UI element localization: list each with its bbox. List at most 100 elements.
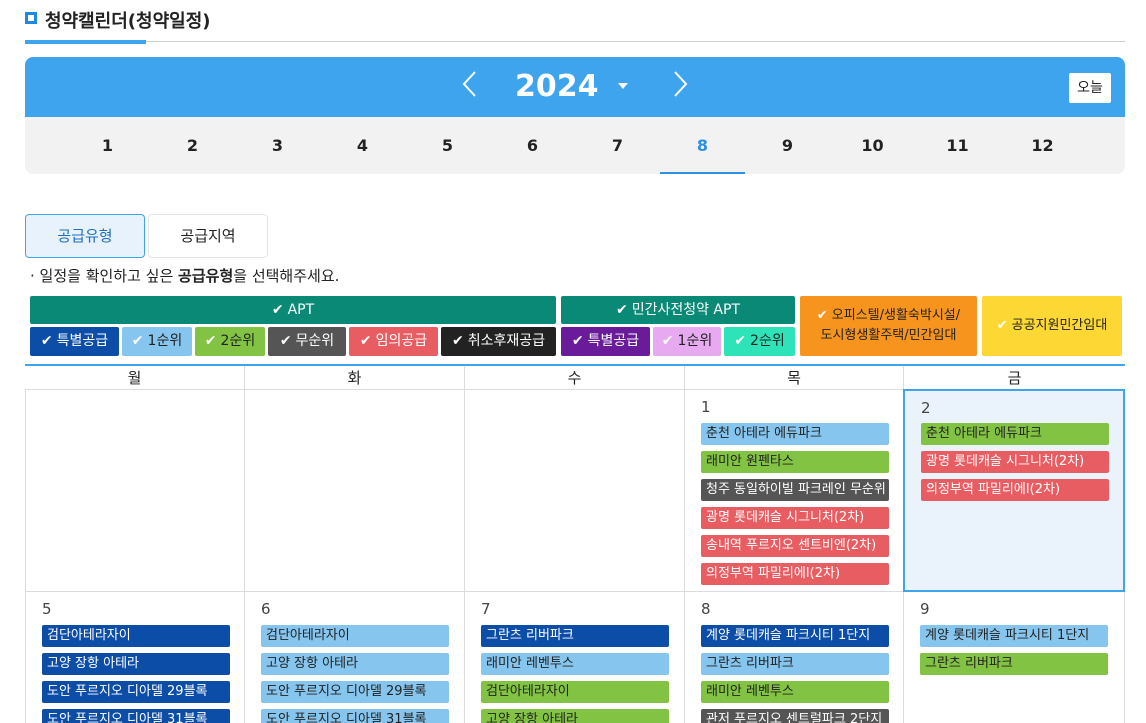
month-tabs: 1 2 3 4 5 6 7 8 9 10 11 12 [25,117,1125,174]
event-item[interactable]: 래미안 레벤투스 [481,653,669,675]
legend-officetel[interactable]: ✔ 오피스텔/생활숙박시설/도시형생활주택/민간임대 [800,296,977,356]
event-item[interactable]: 청주 동일하이빌 파크레인 무순위 [701,479,889,501]
legend-apt-no-rank[interactable]: ✔ 무순위 [268,327,346,356]
calendar-day-empty [245,390,465,592]
event-item[interactable]: 춘천 아테라 에듀파크 [701,423,889,445]
month-tab[interactable]: 1 [65,117,150,174]
check-icon: ✔ [131,333,144,349]
legend-apt-special[interactable]: ✔ 특별공급 [30,327,119,356]
weekday-header: 수 [465,366,685,390]
event-item[interactable]: 광명 롯데캐슬 시그니처(2차) [701,507,889,529]
page-title: 청약캘린더(청약일정) [45,11,211,32]
event-item[interactable]: 고양 장항 아테라 [261,653,449,675]
legend-private-header[interactable]: ✔ 민간사전청약 APT [561,296,795,324]
event-item[interactable]: 그란츠 리버파크 [481,625,669,647]
calendar-day[interactable]: 7 그란츠 리버파크 래미안 레벤투스 검단아테라자이 고양 장항 아테라 [465,592,685,723]
weekday-header: 금 [904,366,1125,390]
event-item[interactable]: 고양 장항 아테라 [481,709,669,723]
prev-year-chevron-icon[interactable] [459,69,483,99]
legend-private-special[interactable]: ✔ 특별공급 [561,327,650,356]
event-item[interactable]: 래미안 레벤투스 [701,681,889,703]
event-item[interactable]: 도안 푸르지오 디아델 29블록 [261,681,449,703]
event-item[interactable]: 도안 푸르지오 디아델 29블록 [42,681,230,703]
calendar-day[interactable]: 1 춘천 아테라 에듀파크 래미안 원펜타스 청주 동일하이빌 파크레인 무순위… [685,390,904,592]
check-icon: ✔ [271,302,284,318]
check-icon: ✔ [40,333,53,349]
check-icon: ✔ [204,333,217,349]
day-number: 1 [701,398,711,416]
event-item[interactable]: 관저 푸르지오 센트럴파크 2단지 [701,709,889,723]
day-number: 9 [920,600,930,618]
calendar-day[interactable]: 6 검단아테라자이 고양 장항 아테라 도안 푸르지오 디아델 29블록 도안 … [245,592,465,723]
year-dropdown-caret-icon[interactable] [618,83,628,89]
check-icon: ✔ [279,333,292,349]
check-icon: ✔ [996,318,1008,333]
month-tab[interactable]: 3 [235,117,320,174]
month-tab[interactable]: 4 [320,117,405,174]
event-item[interactable]: 검단아테라자이 [481,681,669,703]
calendar-day-empty [25,390,245,592]
check-icon: ✔ [661,333,674,349]
check-icon: ✔ [615,302,628,318]
event-item[interactable]: 도안 푸르지오 디아델 31블록 [261,709,449,723]
day-number: 6 [261,600,271,618]
month-tab-active[interactable]: 8 [660,117,745,174]
calendar-day[interactable]: 8 계양 롯데캐슬 파크시티 1단지 그란츠 리버파크 래미안 레벤투스 관저 … [685,592,904,723]
legend-apt-first[interactable]: ✔ 1순위 [122,327,192,356]
day-number: 7 [481,600,491,618]
weekday-header: 월 [25,366,245,390]
event-item[interactable]: 의정부역 파밀리에Ⅰ(2차) [701,563,889,585]
month-tab[interactable]: 10 [830,117,915,174]
legend-apt-cancel-resupply[interactable]: ✔ 취소후재공급 [441,327,556,356]
calendar-day-selected[interactable]: 2 춘천 아테라 에듀파크 광명 롯데캐슬 시그니처(2차) 의정부역 파밀리에… [903,389,1125,592]
month-tab[interactable]: 11 [915,117,1000,174]
legend-private-second[interactable]: ✔ 2순위 [724,327,795,356]
month-tab[interactable]: 12 [1000,117,1085,174]
calendar-day-empty [465,390,685,592]
check-icon: ✔ [451,333,464,349]
next-year-chevron-icon[interactable] [667,69,691,99]
day-number: 5 [42,600,52,618]
tab-supply-type[interactable]: 공급유형 [25,214,145,258]
event-item[interactable]: 검단아테라자이 [42,625,230,647]
event-item[interactable]: 도안 푸르지오 디아델 31블록 [42,709,230,723]
day-number: 2 [921,399,931,417]
event-item[interactable]: 고양 장항 아테라 [42,653,230,675]
today-button[interactable]: 오늘 [1069,73,1111,103]
weekday-header: 화 [245,366,465,390]
event-item[interactable]: 춘천 아테라 에듀파크 [921,423,1109,445]
day-number: 8 [701,600,711,618]
legend-apt-second[interactable]: ✔ 2순위 [195,327,265,356]
check-icon: ✔ [734,333,747,349]
tab-supply-region[interactable]: 공급지역 [148,214,268,258]
title-underline [25,40,146,44]
check-icon: ✔ [571,333,584,349]
month-tab[interactable]: 2 [150,117,235,174]
event-item[interactable]: 래미안 원펜타스 [701,451,889,473]
page-header: 청약캘린더(청약일정) [25,0,1125,44]
calendar-day[interactable]: 9 계양 롯데캐슬 파크시티 1단지 그란츠 리버파크 [904,592,1125,723]
event-item[interactable]: 계양 롯데캐슬 파크시티 1단지 [701,625,889,647]
check-icon: ✔ [816,308,828,323]
calendar-day[interactable]: 5 검단아테라자이 고양 장항 아테라 도안 푸르지오 디아델 29블록 도안 … [25,592,245,723]
instruction-text: · 일정을 확인하고 싶은 공급유형을 선택해주세요. [30,267,340,285]
legend-private-first[interactable]: ✔ 1순위 [653,327,721,356]
month-tab[interactable]: 9 [745,117,830,174]
event-item[interactable]: 계양 롯데캐슬 파크시티 1단지 [920,625,1108,647]
event-item[interactable]: 송내역 푸르지오 센트비엔(2차) [701,535,889,557]
event-item[interactable]: 광명 롯데캐슬 시그니처(2차) [921,451,1109,473]
legend-apt-arbitrary[interactable]: ✔ 임의공급 [349,327,438,356]
legend-apt-header[interactable]: ✔ APT [30,296,556,324]
event-item[interactable]: 검단아테라자이 [261,625,449,647]
month-tab[interactable]: 7 [575,117,660,174]
event-item[interactable]: 그란츠 리버파크 [920,653,1108,675]
month-tab[interactable]: 5 [405,117,490,174]
legend-public-rental[interactable]: ✔ 공공지원민간임대 [982,296,1122,356]
event-item[interactable]: 그란츠 리버파크 [701,653,889,675]
check-icon: ✔ [359,333,372,349]
title-square-icon [25,12,37,24]
year-label[interactable]: 2024 [515,69,599,104]
month-tab[interactable]: 6 [490,117,575,174]
event-item[interactable]: 의정부역 파밀리에Ⅰ(2차) [921,479,1109,501]
calendar-grid: 월 화 수 목 금 1 춘천 아테라 에듀파크 래미안 원펜타스 청주 동일하이… [25,364,1125,723]
